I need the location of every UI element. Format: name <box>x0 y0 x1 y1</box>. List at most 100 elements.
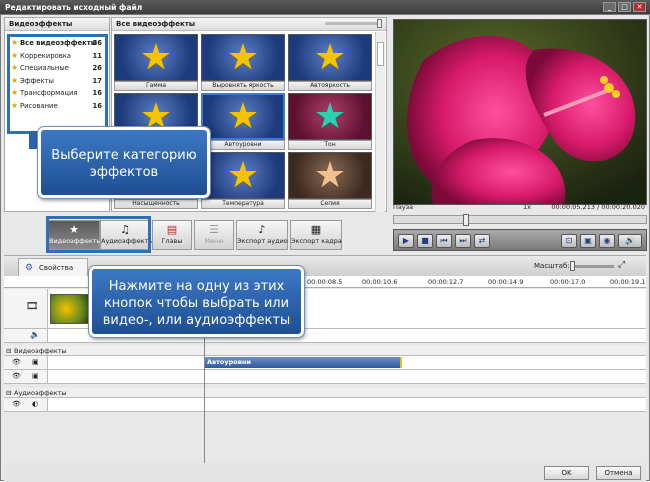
category-item-all[interactable]: ★ Все видеоэффекты 86 <box>10 37 105 50</box>
category-count: 26 <box>92 64 102 72</box>
effect-label: Насыщенность <box>114 199 198 209</box>
effect-tile[interactable]: ★ Гамма <box>114 34 198 92</box>
thumbnail-size-slider[interactable] <box>325 19 382 28</box>
ruler-mark: 00:00:17.0 <box>550 278 586 286</box>
properties-icon: ⚙ <box>25 263 34 273</box>
minimize-button[interactable]: _ <box>603 2 616 12</box>
save-frame-button[interactable]: ▣ <box>580 234 596 248</box>
ruler-mark: 00:00:08.5 <box>307 278 343 286</box>
cancel-button[interactable]: Отмена <box>596 466 641 480</box>
export-audio-icon: ♪ <box>258 223 266 236</box>
effect-thumbnail: ★ <box>288 93 372 140</box>
prev-frame-button[interactable]: ⏮ <box>436 234 452 248</box>
player-status-bar: Пауза 1x 00:00:05.213 / 00:00:20.020 <box>393 203 647 212</box>
scale-label: Масштаб: <box>534 262 570 270</box>
effect-thumbnail: ★ <box>201 152 285 199</box>
export-frame-icon: ▦ <box>310 223 322 236</box>
effect-tile[interactable]: ★ Температура <box>201 152 285 210</box>
dialog-footer: OK Отмена <box>4 463 646 482</box>
eye-icon[interactable]: 👁 <box>12 358 21 366</box>
crop-button[interactable]: ⊡ <box>561 234 577 248</box>
seek-bar[interactable] <box>393 214 647 226</box>
category-item-special[interactable]: ★ Специальные 26 <box>10 62 105 75</box>
category-panel-header: Видеоэффекты <box>5 18 109 31</box>
video-effects-section-label: Видеоэффекты <box>14 347 67 355</box>
effect-label: Сепия <box>288 199 372 209</box>
menu-icon: ☰ <box>209 223 219 236</box>
flower-image <box>394 20 646 204</box>
film-icon: 🎞 <box>26 301 39 312</box>
play-button[interactable]: ▶ <box>398 234 414 248</box>
category-item-drawing[interactable]: ★ Рисование 16 <box>10 100 105 113</box>
camera-icon[interactable]: ◉ <box>599 234 615 248</box>
star-icon: ★ <box>11 63 19 72</box>
gold-star-icon: ★ <box>226 95 260 137</box>
tan-star-icon: ★ <box>313 154 347 196</box>
close-button[interactable]: ✕ <box>633 2 646 12</box>
audio-effects-section-label: Аудиоэффекты <box>14 389 67 397</box>
maximize-button[interactable]: □ <box>618 2 631 12</box>
effect-label: Автоуровни <box>201 140 285 150</box>
fit-icon[interactable]: ⤢ <box>618 260 625 270</box>
next-frame-button[interactable]: ⏭ <box>455 234 471 248</box>
export-frame-button[interactable]: ▦ Экспорт кадра <box>290 220 342 250</box>
effect-tile[interactable]: ★ Сепия <box>288 152 372 210</box>
category-count: 11 <box>92 51 102 60</box>
gold-star-icon: ★ <box>313 36 347 78</box>
gold-star-icon: ★ <box>226 154 260 196</box>
playback-speed: 1x <box>523 203 531 211</box>
category-item-correction[interactable]: ★ Коррекировка 11 <box>10 50 105 63</box>
category-label: Трансформация <box>20 89 78 97</box>
collapse-icon[interactable]: ⊟ <box>6 346 11 356</box>
chapters-button[interactable]: ▤ Главы <box>152 220 192 250</box>
video-effects-section[interactable]: ⊟ Видеоэффекты <box>4 346 646 356</box>
category-item-effects[interactable]: ★ Эффекты 17 <box>10 75 105 88</box>
effect-tile[interactable]: ★ Автояркость <box>288 34 372 92</box>
scale-slider[interactable] <box>570 261 614 271</box>
effects-toolbar: ★ Видеоэффекты ♫ Аудиоэффекты ▤ Главы ☰ Меню… <box>4 213 388 253</box>
ruler-mark: 00:00:19.1 <box>610 278 646 286</box>
export-audio-button[interactable]: ♪ Экспорт аудио <box>236 220 288 250</box>
gold-star-icon: ★ <box>226 36 260 78</box>
playback-time: 00:00:05.213 / 00:00:20.020 <box>551 203 645 211</box>
editor-window: Видеоэффекты ★ Все видеоэффекты 86 ★ Коррек… <box>0 14 650 482</box>
star-icon: ★ <box>11 50 19 60</box>
category-callout: Выберите категорию эффектов <box>37 126 211 199</box>
audio-effects-section[interactable]: ⊟ Аудиоэффекты <box>4 388 646 398</box>
effect-thumbnail: ★ <box>288 34 372 81</box>
export-audio-label: Экспорт аудио <box>237 237 288 245</box>
effects-gallery-title: Все видеоэффекты <box>116 20 196 28</box>
category-label: Специальные <box>20 64 69 72</box>
menu-button[interactable]: ☰ Меню <box>194 220 234 250</box>
tab-properties[interactable]: ⚙ Свойства <box>18 258 88 277</box>
track-header: 🎞 <box>4 289 48 328</box>
scale-slider-knob[interactable] <box>570 261 575 271</box>
eye-icon[interactable]: 👁 <box>12 400 21 408</box>
effect-tile-selected[interactable]: ★ Автоуровни <box>201 93 285 151</box>
video-clip-thumbnail[interactable] <box>50 294 90 324</box>
audio-effect-track: 👁 ◐ <box>4 398 646 412</box>
buttons-callout: Нажмите на одну из этих кнопок чтобы выб… <box>88 265 305 338</box>
tab-properties-label: Свойства <box>39 264 74 272</box>
effect-clip[interactable]: Автоуровни <box>204 357 402 368</box>
collapse-icon[interactable]: ⊟ <box>6 388 11 398</box>
speaker-icon: ◐ <box>32 400 39 408</box>
ruler-mark: 00:00:10.6 <box>362 278 398 286</box>
effect-label: Тон <box>288 140 372 150</box>
category-item-transform[interactable]: ★ Трансформация 16 <box>10 87 105 100</box>
volume-icon[interactable]: 🔊 <box>618 234 642 248</box>
slider-knob[interactable] <box>377 19 382 28</box>
ruler-mark: 00:00:14.9 <box>488 278 524 286</box>
eye-icon[interactable]: 👁 <box>12 372 21 380</box>
scrollbar-thumb[interactable] <box>377 42 384 66</box>
category-label: Эффекты <box>20 76 54 85</box>
track-header: 👁 ▣ <box>4 356 48 369</box>
effect-tile[interactable]: ★ Выровнять яркость <box>201 34 285 92</box>
stop-button[interactable]: ■ <box>417 234 433 248</box>
effects-scrollbar[interactable] <box>375 32 385 212</box>
loop-button[interactable]: ⇄ <box>474 234 490 248</box>
effect-tile[interactable]: ★ Тон <box>288 93 372 151</box>
track-header: 🔈 <box>4 329 48 342</box>
ok-button[interactable]: OK <box>544 466 589 480</box>
seek-handle[interactable] <box>463 214 469 226</box>
